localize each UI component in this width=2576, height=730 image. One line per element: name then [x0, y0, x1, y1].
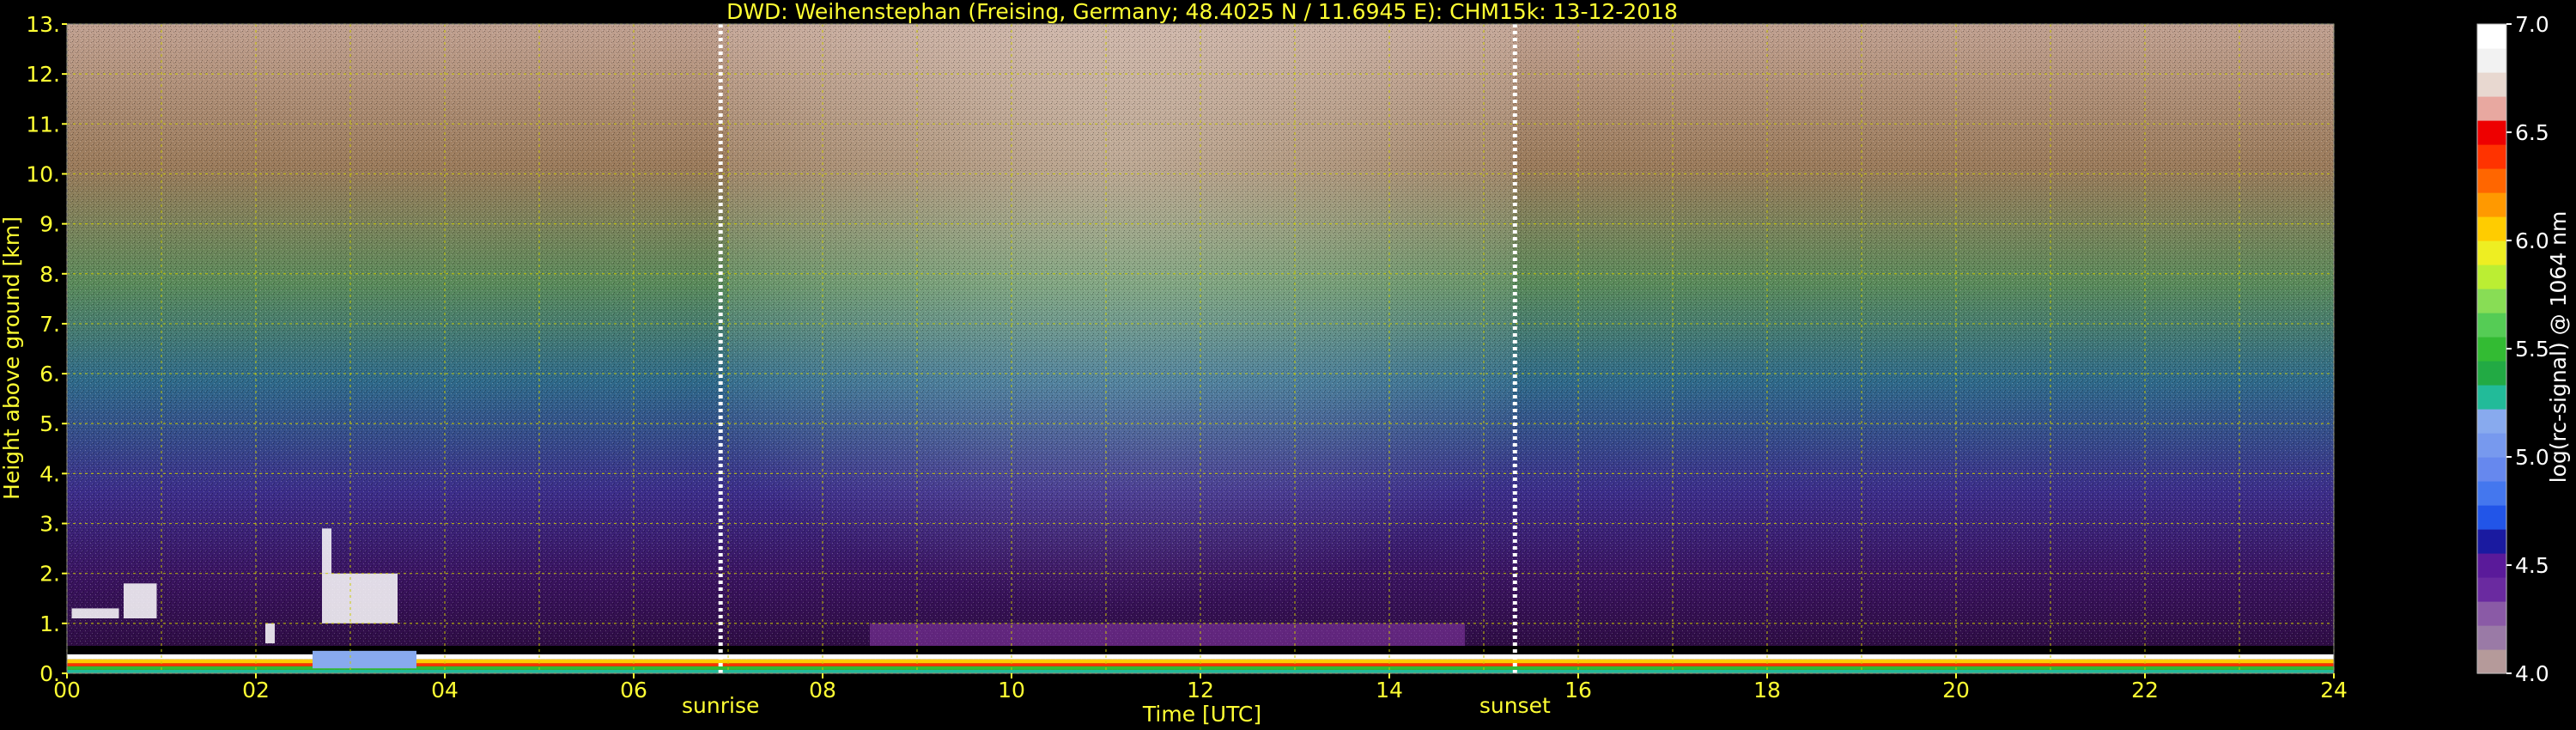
colorbar-tick-label: 5.0	[2515, 445, 2549, 470]
y-tick-label: 9.	[39, 212, 60, 237]
x-tick-label: 10	[998, 678, 1025, 703]
y-tick-label: 6.	[39, 362, 60, 386]
colorbar-swatch	[2477, 48, 2506, 73]
colorbar-swatch	[2477, 24, 2506, 49]
colorbar-swatch	[2477, 144, 2506, 169]
colorbar-swatch	[2477, 240, 2506, 265]
sun-event-label: sunset	[1479, 693, 1551, 718]
colorbar-swatch	[2477, 96, 2506, 121]
y-tick-label: 0.	[39, 661, 60, 686]
cloud-return	[322, 573, 398, 624]
colorbar-swatch	[2477, 337, 2506, 362]
daytime-aerosol-band	[870, 623, 1465, 647]
x-tick-label: 02	[242, 678, 270, 703]
colorbar-swatch	[2477, 505, 2506, 530]
y-tick-label: 13.	[26, 12, 60, 37]
cloud-base-return	[313, 650, 416, 669]
y-tick-label: 12.	[26, 62, 60, 87]
colorbar-swatch	[2477, 216, 2506, 241]
y-tick-label: 5.	[39, 411, 60, 436]
colorbar-tick-label: 6.5	[2515, 120, 2549, 145]
y-tick-label: 3.	[39, 512, 60, 537]
colorbar-swatch	[2477, 601, 2506, 626]
cloud-return	[124, 583, 157, 619]
colorbar-tick-label: 5.5	[2515, 337, 2549, 362]
x-tick-label: 24	[2320, 678, 2348, 703]
y-tick-label: 4.	[39, 461, 60, 486]
colorbar-tick-label: 7.0	[2515, 12, 2549, 37]
colorbar-swatch	[2477, 649, 2506, 674]
colorbar-swatch	[2477, 313, 2506, 338]
ceilometer-chart: sunrise sunset 00 02 04 06 08 10 12 14 16 18 20 22 24…	[0, 0, 2571, 727]
chart-title: DWD: Weihenstephan (Freising, Germany; 4…	[726, 0, 1678, 24]
colorbar-swatch	[2477, 168, 2506, 193]
y-axis-label: Height above ground [km]	[0, 216, 24, 500]
cloud-return	[265, 623, 275, 644]
x-tick-label: 20	[1942, 678, 1970, 703]
colorbar-swatch	[2477, 433, 2506, 458]
sun-event-label: sunrise	[682, 693, 759, 718]
colorbar-swatch	[2477, 457, 2506, 482]
y-tick-label: 8.	[39, 262, 60, 287]
colorbar: 4.0 4.5 5.0 5.5 6.0 6.5 7.0	[2476, 12, 2549, 686]
y-tick-label: 10.	[26, 161, 60, 186]
colorbar-swatch	[2477, 72, 2506, 97]
colorbar-swatch	[2477, 481, 2506, 506]
x-tick-label: 06	[620, 678, 647, 703]
y-tick-label: 1.	[39, 611, 60, 636]
y-tick-label: 11.	[26, 112, 60, 137]
cloud-return	[322, 528, 331, 574]
y-axis-ticks: 0. 1. 2. 3. 4. 5. 6. 7. 8. 9. 10. 11. 12. 13.	[26, 12, 67, 686]
colorbar-swatch	[2477, 192, 2506, 217]
colorbar-swatch	[2477, 625, 2506, 650]
x-tick-label: 22	[2131, 678, 2159, 703]
x-tick-label: 12	[1187, 678, 1214, 703]
x-tick-label: 16	[1564, 678, 1592, 703]
colorbar-tick-label: 4.0	[2515, 661, 2549, 686]
x-tick-label: 14	[1376, 678, 1403, 703]
colorbar-swatch	[2477, 577, 2506, 602]
x-tick-label: 04	[431, 678, 459, 703]
x-tick-label: 18	[1753, 678, 1781, 703]
surface-layer-band	[67, 669, 2334, 673]
colorbar-label: log(rc-signal) @ 1064 nm	[2546, 211, 2571, 484]
y-tick-label: 7.	[39, 312, 60, 337]
colorbar-swatch	[2477, 385, 2506, 410]
colorbar-tick-label: 4.5	[2515, 553, 2549, 578]
colorbar-swatch	[2477, 265, 2506, 289]
y-tick-label: 2.	[39, 562, 60, 587]
colorbar-tick-label: 6.0	[2515, 228, 2549, 253]
colorbar-swatch	[2477, 289, 2506, 313]
colorbar-swatch	[2477, 120, 2506, 145]
colorbar-swatch	[2477, 361, 2506, 386]
colorbar-swatch	[2477, 409, 2506, 434]
x-axis-ticks: 00 02 04 06 08 10 12 14 16 18 20 22 24	[53, 673, 2348, 703]
plot-area: sunrise sunset	[66, 23, 2335, 718]
cloud-return	[71, 608, 119, 619]
x-axis-label: Time [UTC]	[1142, 702, 1261, 727]
x-tick-label: 08	[809, 678, 836, 703]
colorbar-swatch	[2477, 529, 2506, 554]
colorbar-swatch	[2477, 553, 2506, 578]
